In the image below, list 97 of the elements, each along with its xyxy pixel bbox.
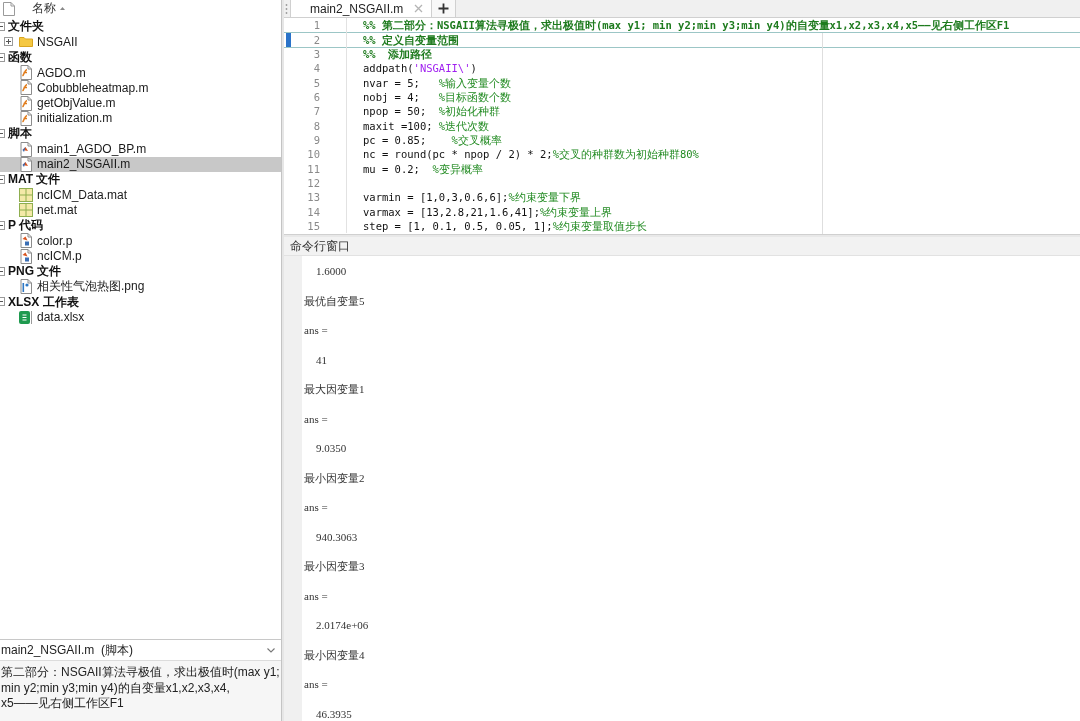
code-line: addpath('NSGAII\') — [363, 61, 477, 76]
line-number: 2 — [312, 32, 320, 47]
folder-icon — [19, 36, 33, 48]
document-icon — [19, 80, 33, 96]
spreadsheet-icon — [19, 310, 32, 324]
file-item[interactable]: ncICM.p — [0, 248, 281, 264]
line-number: 3 — [312, 46, 320, 61]
collapse-icon[interactable] — [0, 129, 5, 139]
document-icon — [19, 248, 33, 264]
document-icon — [19, 279, 33, 295]
collapse-icon[interactable] — [0, 297, 5, 307]
file-item[interactable]: NSGAII — [0, 34, 281, 50]
line-number: 9 — [312, 133, 320, 148]
output-line: 最优自变量5 — [304, 294, 365, 308]
line-number: 11 — [306, 161, 320, 176]
grip-icon[interactable] — [285, 2, 288, 15]
line-number: 1 — [312, 18, 320, 33]
line-number: 15 — [306, 219, 320, 234]
code-line: nvar = 5; %输入变量个数 — [363, 75, 512, 90]
group-header[interactable]: 函数 — [0, 49, 281, 65]
plus-icon — [438, 3, 450, 14]
code-line: varmin = [1,0,3,0.6,6];%约束变量下界 — [363, 190, 581, 205]
collapse-icon[interactable] — [0, 221, 5, 230]
line-number: 5 — [312, 75, 320, 90]
line-number: 12 — [306, 176, 320, 191]
document-icon — [19, 141, 33, 157]
name-column-header[interactable]: 名称 — [32, 0, 65, 17]
group-header[interactable]: XLSX 工作表 — [0, 294, 281, 310]
details-title: main2_NSGAII.m (脚本) — [1, 641, 134, 659]
file-item[interactable]: net.mat — [0, 202, 281, 218]
file-item[interactable]: AGDO.m — [0, 64, 281, 81]
collapse-icon[interactable] — [0, 266, 5, 276]
code-line: %% 第二部分：NSGAII算法寻极值，求出极值时(max y1; min y2;min y3;min y4)的自变量x1,x2,x3,x4,x5——见右侧工作区F1 — [363, 18, 1010, 33]
group-header[interactable]: PNG 文件 — [0, 263, 281, 280]
group-header[interactable]: P 代码 — [0, 217, 281, 234]
code-line: pc = 0.85; %交叉概率 — [363, 133, 502, 148]
group-header[interactable]: MAT 文件 — [0, 171, 281, 188]
output-line: ans = — [304, 412, 328, 426]
collapse-icon[interactable] — [0, 52, 5, 62]
file-item[interactable]: 相关性气泡热图.png — [0, 279, 281, 295]
panel-title: 命令行窗口 — [290, 237, 350, 255]
document-icon — [19, 95, 33, 111]
line-number: 10 — [306, 147, 320, 162]
line-number: 8 — [312, 118, 320, 133]
code-line: nc = round(pc * npop / 2) * 2;%交叉的种群数为初始种群80% — [363, 147, 699, 162]
code-line: maxit =100; %迭代次数 — [363, 118, 490, 133]
details-header[interactable]: main2_NSGAII.m (脚本) — [0, 639, 281, 661]
output-line: 最小因变量2 — [304, 471, 365, 485]
file-item[interactable]: main1_AGDO_BP.m — [0, 141, 281, 157]
output-line: 最大因变量1 — [304, 383, 365, 396]
output-line: 2.0174e+06 — [315, 619, 369, 632]
output-line: 9.0350 — [315, 442, 347, 455]
document-icon — [19, 110, 33, 126]
code-line: nobj = 4; %目标函数个数 — [363, 89, 512, 104]
new-tab-button[interactable] — [432, 0, 457, 17]
collapse-icon[interactable] — [0, 175, 5, 185]
line-number: 7 — [312, 104, 320, 119]
expand-icon[interactable] — [4, 37, 13, 47]
file-item[interactable]: getObjValue.m — [0, 95, 281, 111]
output-line: 最小因变量3 — [304, 560, 365, 573]
group-header[interactable]: 脚本 — [0, 126, 281, 142]
line-number: 6 — [312, 89, 320, 104]
editor-tab[interactable]: main2_NSGAII.m — [290, 0, 433, 17]
output-line: ans = — [304, 324, 328, 337]
group-header[interactable]: 文件夹 — [0, 19, 281, 35]
document-icon — [19, 233, 33, 249]
file-item[interactable]: initialization.m — [0, 110, 281, 127]
output-line: 最小因变量4 — [304, 648, 365, 662]
output-line: ans = — [304, 501, 328, 514]
code-line: varmax = [13,2.8,21,1.6,41];%约束变量上界 — [363, 204, 613, 219]
file-item[interactable]: main2_NSGAII.m — [0, 156, 281, 172]
description-text: 第二部分：NSGAII算法寻极值，求出极值时(max y1; min y2;min y3;min y4)的自变量x1,x2,x3,x4, x5——见右侧工作区F1 — [0, 664, 280, 712]
output-line: 940.3063 — [315, 530, 358, 544]
code-line: npop = 50; %初始化种群 — [363, 104, 501, 119]
file-item[interactable]: data.xlsx — [0, 309, 281, 325]
document-icon — [19, 65, 33, 81]
code-line: step = [1, 0.1, 0.5, 0.05, 1];%约束变量取值步长 — [363, 219, 647, 234]
output-line: 1.6000 — [315, 265, 347, 278]
grid-icon — [19, 203, 33, 218]
file-item[interactable]: Cobubbleheatmap.m — [0, 80, 281, 96]
file-item[interactable]: ncICM_Data.mat — [0, 187, 281, 203]
collapse-icon[interactable] — [0, 22, 5, 32]
document-icon — [19, 156, 33, 172]
line-number: 14 — [306, 204, 320, 219]
code-line: %% 添加路径 — [363, 46, 433, 61]
chevron-down-icon[interactable] — [267, 647, 275, 653]
line-number: 13 — [306, 190, 320, 205]
output-line: ans = — [304, 589, 328, 603]
output-line: 46.3935 — [315, 707, 352, 721]
sort-arrow-icon — [60, 7, 65, 10]
grid-icon — [19, 187, 33, 202]
output-line: 41 — [315, 353, 327, 367]
code-line: mu = 0.2; %变异概率 — [363, 161, 483, 176]
file-item[interactable]: color.p — [0, 233, 281, 249]
code-line: %% 定义自变量范围 — [363, 32, 459, 47]
output-line: ans = — [304, 678, 328, 691]
line-number: 4 — [312, 61, 320, 76]
